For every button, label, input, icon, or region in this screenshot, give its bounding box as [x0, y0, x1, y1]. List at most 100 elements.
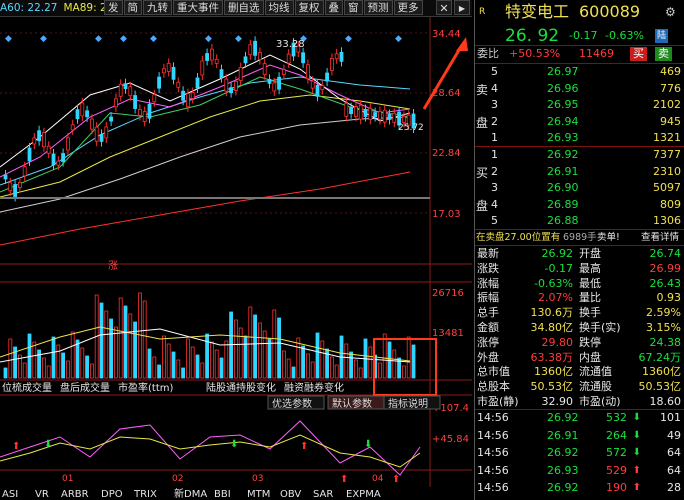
- candle-body: [382, 109, 387, 123]
- candle-body: [267, 78, 272, 84]
- level-number: 2: [491, 114, 498, 128]
- stat-label: 开盘: [579, 247, 601, 260]
- price-axis-label: 17.03: [432, 209, 461, 220]
- level-price: 26.91: [547, 164, 579, 178]
- close-icon[interactable]: ✕: [436, 0, 452, 15]
- candle-body: [42, 132, 46, 148]
- level-number: 3: [491, 181, 498, 195]
- toolbar-button-10[interactable]: 更多: [393, 0, 423, 15]
- level-number: 1: [491, 131, 498, 145]
- volume-bar: [257, 322, 262, 379]
- level-price: 26.90: [547, 181, 579, 195]
- dropdown-icon[interactable]: ▶: [454, 0, 470, 15]
- volume-bar: [85, 355, 89, 379]
- volume-bar: [142, 300, 147, 379]
- arrow-down-icon: ⬇: [632, 412, 641, 423]
- bottom-tab-新DMA[interactable]: 新DMA: [174, 487, 207, 500]
- month-label: 02: [172, 474, 183, 484]
- candle-body: [157, 76, 162, 89]
- kline-chart[interactable]: 34.4428.6422.8417.032671613481+107.4+45.…: [0, 17, 472, 500]
- toolbar-button-2[interactable]: 九转: [143, 0, 172, 15]
- level-number: 4: [491, 81, 498, 95]
- candle-body: [253, 40, 258, 56]
- volume-bar: [329, 356, 334, 379]
- bottom-tab-SAR[interactable]: SAR: [313, 489, 333, 500]
- candle-body: [320, 85, 325, 91]
- stat-label: 流通股: [579, 380, 612, 394]
- trade-time: 14:56: [477, 481, 509, 495]
- trade-volume: 572: [606, 446, 627, 460]
- toolbar-button-9[interactable]: 预测: [363, 0, 393, 15]
- volume-bar: [66, 360, 70, 379]
- param-tab-label: 指标说明: [388, 397, 428, 410]
- toolbar-button-8[interactable]: 窗: [344, 0, 363, 15]
- candle-body: [104, 126, 109, 139]
- candle-body: [17, 182, 22, 188]
- candle-body: [214, 58, 219, 64]
- candle-body: [118, 83, 123, 97]
- arrow-down-icon: ⬇: [632, 447, 641, 459]
- level-volume: 2102: [653, 98, 681, 112]
- volume-bar: [272, 309, 277, 379]
- stat-value: 18.60: [649, 395, 682, 408]
- buy-signal-arrow-icon: ⬆: [12, 441, 20, 452]
- stat-label: 涨停: [477, 335, 499, 349]
- candle-body: [286, 53, 291, 64]
- toolbar-button-5[interactable]: 均线: [264, 0, 294, 15]
- month-label: 03: [252, 474, 263, 484]
- volume-bar: [46, 365, 51, 379]
- bottom-tab-ASI[interactable]: ASI: [2, 489, 18, 500]
- volume-bar: [224, 340, 229, 379]
- indicator-tab: 盘后成交量: [60, 381, 110, 394]
- toolbar-buttons: 发简九转 重大事件 删自选 均线 复权叠窗预测 更多: [104, 0, 424, 16]
- volume-bar: [22, 362, 27, 379]
- buy-signal-arrow-icon: ⬆: [392, 474, 400, 485]
- bottom-tab-DPO[interactable]: DPO: [101, 489, 123, 500]
- stat-label: 总股本: [477, 380, 510, 394]
- candle-body: [243, 56, 248, 64]
- bottom-tab-VR[interactable]: VR: [35, 489, 49, 500]
- zhang-label: 涨: [108, 260, 118, 272]
- level-volume: 1306: [653, 214, 681, 228]
- sell-button[interactable]: 卖: [655, 47, 672, 61]
- ma-legend: A60: 22.27MA89: 20.27MA120: 18.56MA200: …: [0, 0, 104, 16]
- toolbar-button-7[interactable]: 叠: [324, 0, 343, 15]
- settings-gear-icon[interactable]: ⚙: [665, 2, 676, 22]
- bottom-tab-TRIX[interactable]: TRIX: [133, 489, 157, 500]
- chart-toolbar: A60: 22.27MA89: 20.27MA120: 18.56MA200: …: [0, 0, 472, 17]
- volume-bar: [114, 326, 118, 379]
- bottom-tab-BBI[interactable]: BBI: [214, 489, 231, 500]
- candle-body: [310, 80, 315, 89]
- bottom-tab-ARBR[interactable]: ARBR: [61, 489, 89, 500]
- volume-bar: [128, 313, 133, 379]
- toolbar-button-6[interactable]: 复权: [294, 0, 324, 15]
- ask-row: 1 26.93 1321: [475, 131, 684, 145]
- candle-body: [46, 145, 51, 154]
- buy-button[interactable]: 买: [630, 47, 647, 61]
- level-volume: 809: [660, 197, 681, 211]
- stat-row: 外盘 63.38万 内盘 67.24万: [475, 351, 684, 365]
- bottom-tab-OBV[interactable]: OBV: [280, 489, 301, 500]
- bid-row: 2 26.91 2310: [475, 165, 684, 179]
- price-axis-label: 22.84: [432, 148, 461, 159]
- toolbar-button-0[interactable]: 发: [104, 0, 123, 15]
- sell-signal-arrow-icon: ⬇: [364, 439, 372, 450]
- candle-body: [238, 67, 243, 81]
- trade-time: 14:56: [477, 463, 509, 477]
- bottom-tab-MTM[interactable]: MTM: [247, 489, 270, 500]
- stat-value: 29.80: [541, 335, 574, 349]
- ticker-vol: 6989手: [563, 232, 597, 243]
- volume-bar: [248, 306, 253, 379]
- toolbar-button-4[interactable]: 删自选: [224, 0, 264, 15]
- stat-value: 2.59%: [646, 306, 681, 320]
- toolbar-button-1[interactable]: 简: [123, 0, 142, 15]
- bottom-tab-EXPMA[interactable]: EXPMA: [346, 489, 381, 500]
- ticker-link[interactable]: 查看详情: [641, 231, 679, 245]
- stat-value: 26.99: [649, 261, 682, 275]
- toolbar-button-3[interactable]: 重大事件: [173, 0, 223, 15]
- ma-legend-item: MA89: 20.27: [63, 2, 104, 14]
- candle-body: [37, 130, 41, 142]
- candle-body: [334, 53, 339, 60]
- level-volume: 5097: [653, 181, 681, 195]
- stat-label: 外盘: [477, 350, 499, 364]
